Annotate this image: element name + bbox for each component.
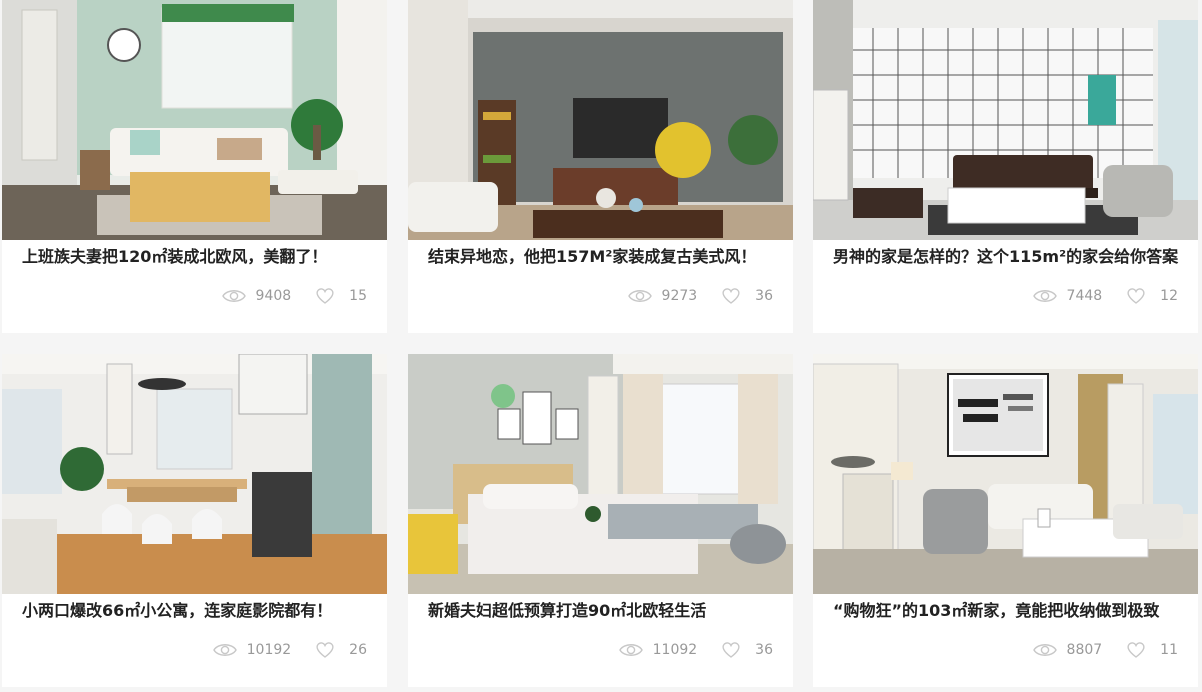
view-count: 11092 <box>652 642 698 658</box>
like-count: 36 <box>755 642 773 658</box>
article-stats: 8807 11 <box>1032 640 1178 660</box>
article-title[interactable]: “购物狂”的103㎡新家，竟能把收纳做到极致 <box>833 600 1188 622</box>
article-stats: 9408 15 <box>221 286 367 306</box>
article-stats: 7448 12 <box>1032 286 1178 306</box>
article-card[interactable]: “购物狂”的103㎡新家，竟能把收纳做到极致 8807 11 <box>813 354 1198 687</box>
article-thumbnail[interactable] <box>813 0 1198 240</box>
article-title[interactable]: 小两口爆改66㎡小公寓，连家庭影院都有！ <box>22 600 377 622</box>
article-title[interactable]: 新婚夫妇超低预算打造90㎡北欧轻生活 <box>428 600 783 622</box>
heart-icon[interactable] <box>315 287 335 305</box>
article-title[interactable]: 男神的家是怎样的？这个115m²的家会给你答案 <box>833 246 1188 268</box>
like-count: 26 <box>349 642 367 658</box>
like-count: 11 <box>1160 642 1178 658</box>
heart-icon[interactable] <box>315 641 335 659</box>
like-count: 15 <box>349 288 367 304</box>
like-count: 36 <box>755 288 773 304</box>
eye-icon <box>1032 644 1057 656</box>
article-card[interactable]: 结束异地恋，他把157M²家装成复古美式风！ 9273 36 <box>408 0 793 333</box>
article-thumbnail[interactable] <box>813 354 1198 594</box>
article-title[interactable]: 结束异地恋，他把157M²家装成复古美式风！ <box>428 246 783 268</box>
eye-icon <box>618 644 643 656</box>
article-grid: 上班族夫妻把120㎡装成北欧风，美翻了！ 9408 15 结束异地恋，他把157… <box>0 0 1202 692</box>
article-card[interactable]: 上班族夫妻把120㎡装成北欧风，美翻了！ 9408 15 <box>2 0 387 333</box>
article-thumbnail[interactable] <box>408 354 793 594</box>
view-count: 9408 <box>255 288 292 304</box>
article-thumbnail[interactable] <box>408 0 793 240</box>
view-count: 9273 <box>661 288 698 304</box>
article-stats: 9273 36 <box>627 286 773 306</box>
eye-icon <box>212 644 237 656</box>
article-stats: 11092 36 <box>618 640 773 660</box>
eye-icon <box>221 290 246 302</box>
view-count: 7448 <box>1066 288 1103 304</box>
like-count: 12 <box>1160 288 1178 304</box>
heart-icon[interactable] <box>721 287 741 305</box>
article-card[interactable]: 男神的家是怎样的？这个115m²的家会给你答案 7448 12 <box>813 0 1198 333</box>
eye-icon <box>627 290 652 302</box>
heart-icon[interactable] <box>1126 287 1146 305</box>
article-thumbnail[interactable] <box>2 0 387 240</box>
heart-icon[interactable] <box>721 641 741 659</box>
article-card[interactable]: 小两口爆改66㎡小公寓，连家庭影院都有！ 10192 26 <box>2 354 387 687</box>
heart-icon[interactable] <box>1126 641 1146 659</box>
view-count: 8807 <box>1066 642 1103 658</box>
eye-icon <box>1032 290 1057 302</box>
article-stats: 10192 26 <box>212 640 367 660</box>
view-count: 10192 <box>246 642 292 658</box>
article-card[interactable]: 新婚夫妇超低预算打造90㎡北欧轻生活 11092 36 <box>408 354 793 687</box>
article-thumbnail[interactable] <box>2 354 387 594</box>
article-title[interactable]: 上班族夫妻把120㎡装成北欧风，美翻了！ <box>22 246 377 268</box>
